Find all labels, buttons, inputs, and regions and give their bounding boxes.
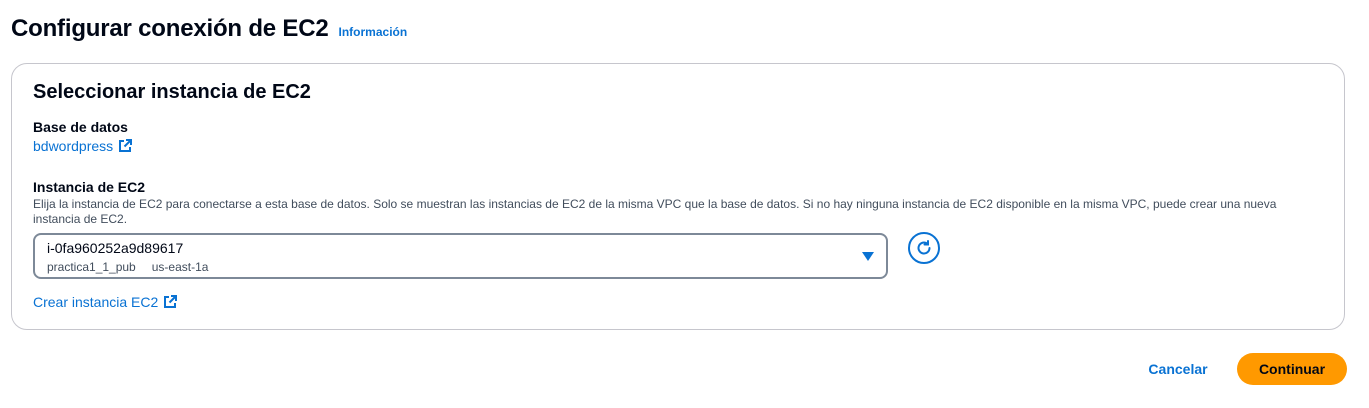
selected-instance-tags: practica1_1_pub us-east-1a xyxy=(47,260,208,274)
create-ec2-link-text[interactable]: Crear instancia EC2 xyxy=(33,294,158,310)
ec2-instance-select[interactable]: i-0fa960252a9d89617 practica1_1_pub us-e… xyxy=(33,233,888,279)
ec2-instance-label: Instancia de EC2 xyxy=(33,179,146,195)
database-label: Base de datos xyxy=(33,119,128,135)
availability-zone-tag: us-east-1a xyxy=(151,260,209,274)
external-link-icon xyxy=(163,295,178,309)
continue-button[interactable]: Continuar xyxy=(1237,353,1347,385)
database-link[interactable]: bdwordpress xyxy=(33,138,133,154)
page: Configurar conexión de EC2 Información S… xyxy=(0,0,1369,408)
external-link-icon xyxy=(118,139,133,153)
cancel-button[interactable]: Cancelar xyxy=(1135,353,1221,385)
info-link[interactable]: Información xyxy=(339,25,408,39)
page-header: Configurar conexión de EC2 Información xyxy=(11,15,407,43)
refresh-icon xyxy=(915,239,933,257)
instance-name-tag: practica1_1_pub xyxy=(47,260,136,274)
create-ec2-link[interactable]: Crear instancia EC2 xyxy=(33,294,178,310)
page-title: Configurar conexión de EC2 xyxy=(11,15,329,42)
database-link-text[interactable]: bdwordpress xyxy=(33,138,113,154)
section-title: Seleccionar instancia de EC2 xyxy=(33,81,311,103)
ec2-selection-container: Seleccionar instancia de EC2 Base de dat… xyxy=(11,63,1345,330)
ec2-instance-description: Elija la instancia de EC2 para conectars… xyxy=(33,197,1277,226)
caret-down-icon[interactable] xyxy=(862,252,874,261)
selected-instance-id: i-0fa960252a9d89617 xyxy=(47,240,184,256)
refresh-button[interactable] xyxy=(908,232,940,264)
